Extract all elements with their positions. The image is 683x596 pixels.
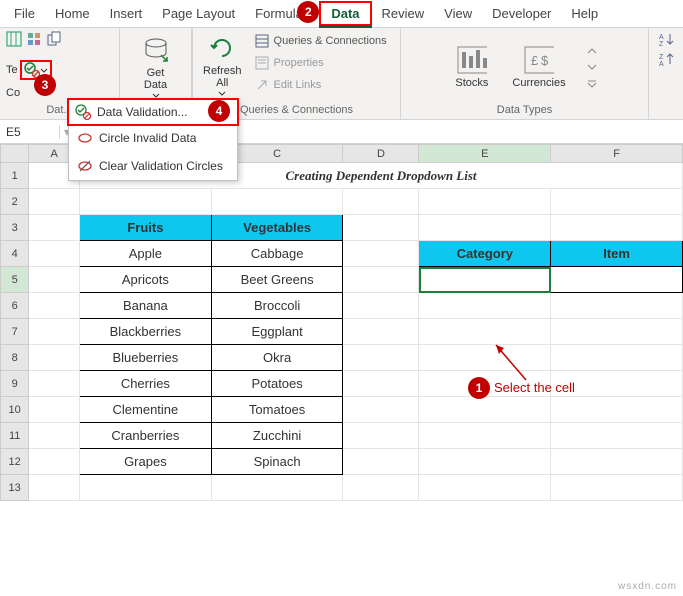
text-to-columns-icon[interactable] [6,31,22,47]
watermark: wsxdn.com [618,581,677,592]
tab-data-label: Data [331,6,359,21]
name-box[interactable]: E5 [0,125,60,139]
table-cell[interactable]: Potatoes [211,371,343,397]
select-all-corner[interactable] [1,145,29,163]
menu-circle-invalid[interactable]: Circle Invalid Data [69,124,237,152]
clear-circles-icon [77,158,93,174]
scroll-up-icon[interactable] [586,46,598,56]
menu-clear-circles[interactable]: Clear Validation Circles [69,152,237,180]
annotation-3: 3 [34,74,56,96]
expand-icon[interactable] [586,78,598,88]
table-cell[interactable]: Blackberries [80,319,212,345]
ribbon-group-data-types: Stocks £$ Currencies Data Types [401,28,649,119]
row-header[interactable]: 13 [1,475,29,501]
properties-button[interactable]: Properties [254,53,387,73]
get-data-icon [141,35,171,65]
spreadsheet-grid[interactable]: A B C D E F 1 Creating Dependent Dropdow… [0,144,683,501]
table-cell[interactable]: Grapes [80,449,212,475]
table-cell[interactable]: Cranberries [80,423,212,449]
edit-links-button[interactable]: Edit Links [254,75,387,95]
annotation-1: 1 [468,377,490,399]
table-cell[interactable]: Apricots [80,267,212,293]
table-cell[interactable] [551,267,683,293]
sort-za-icon[interactable]: ZA [658,51,674,67]
table-cell[interactable]: Tomatoes [211,397,343,423]
row-header[interactable]: 5 [1,267,29,293]
refresh-all-button[interactable]: Refresh All [199,31,246,99]
tab-page-layout[interactable]: Page Layout [152,1,245,26]
get-data-button[interactable]: Get Data [137,33,175,101]
queries-icon [254,33,270,49]
table2-header[interactable]: Item [551,241,683,267]
table-cell[interactable]: Banana [80,293,212,319]
table-cell[interactable]: Blueberries [80,345,212,371]
tab-developer[interactable]: Developer [482,1,561,26]
chevron-down-icon [218,91,226,97]
tab-review[interactable]: Review [372,1,435,26]
table-cell[interactable]: Okra [211,345,343,371]
active-cell-e5[interactable] [419,267,551,293]
sort-az-icon[interactable]: AZ [658,31,674,47]
flash-fill-icon[interactable] [26,31,42,47]
row-header[interactable]: 1 [1,163,29,189]
refresh-icon [207,33,237,63]
table-cell[interactable]: Cherries [80,371,212,397]
tab-home[interactable]: Home [45,1,100,26]
row-header[interactable]: 9 [1,371,29,397]
svg-text:£: £ [531,53,539,68]
tab-view[interactable]: View [434,1,482,26]
row-header[interactable]: 11 [1,423,29,449]
col-header[interactable]: E [419,145,551,163]
tab-file[interactable]: File [4,1,45,26]
menu-item-label: Circle Invalid Data [99,131,196,145]
table-cell[interactable]: Beet Greens [211,267,343,293]
menu-item-label: Data Validation... [97,105,188,119]
col-header[interactable]: F [551,145,683,163]
annotation-4: 4 [208,100,230,122]
row-header[interactable]: 3 [1,215,29,241]
stocks-button[interactable]: Stocks [451,43,492,91]
table1-header[interactable]: Fruits [80,215,212,241]
data-validation-icon [75,104,91,120]
scroll-down-icon[interactable] [586,62,598,72]
table-cell[interactable]: Clementine [80,397,212,423]
tab-data[interactable]: Data 2 [319,1,371,26]
menu-bar: File Home Insert Page Layout Formulas Da… [0,0,683,28]
table2-header[interactable]: Category [419,241,551,267]
annotation-select-cell: Select the cell [494,380,575,395]
svg-text:Z: Z [659,41,664,47]
col-header[interactable]: D [343,145,419,163]
row-header[interactable]: 12 [1,449,29,475]
tab-insert[interactable]: Insert [100,1,153,26]
edit-links-icon [254,77,270,93]
properties-icon [254,55,270,71]
tab-help[interactable]: Help [561,1,608,26]
row-header[interactable]: 2 [1,189,29,215]
row-header[interactable]: 4 [1,241,29,267]
ribbon-group-sort: AZ ZA [649,28,683,119]
remove-duplicates-icon[interactable] [46,31,62,47]
table-cell[interactable]: Spinach [211,449,343,475]
svg-text:A: A [659,61,664,67]
row-header[interactable]: 10 [1,397,29,423]
svg-text:A: A [659,34,664,41]
row-header[interactable]: 7 [1,319,29,345]
menu-item-label: Clear Validation Circles [99,159,223,173]
table-cell[interactable]: Cabbage [211,241,343,267]
table-cell[interactable]: Eggplant [211,319,343,345]
svg-text:$: $ [541,53,549,68]
table-cell[interactable]: Apple [80,241,212,267]
stocks-icon [457,45,487,75]
ribbon-group-label-4: Data Types [407,102,642,118]
row-header[interactable]: 6 [1,293,29,319]
table-cell[interactable]: Broccoli [211,293,343,319]
currencies-icon: £$ [524,45,554,75]
currencies-button[interactable]: £$ Currencies [508,43,569,91]
table1-header[interactable]: Vegetables [211,215,343,241]
table-cell[interactable]: Zucchini [211,423,343,449]
row-header[interactable]: 8 [1,345,29,371]
svg-text:Z: Z [659,54,664,61]
circle-invalid-icon [77,130,93,146]
queries-connections-button[interactable]: Queries & Connections [254,31,387,51]
